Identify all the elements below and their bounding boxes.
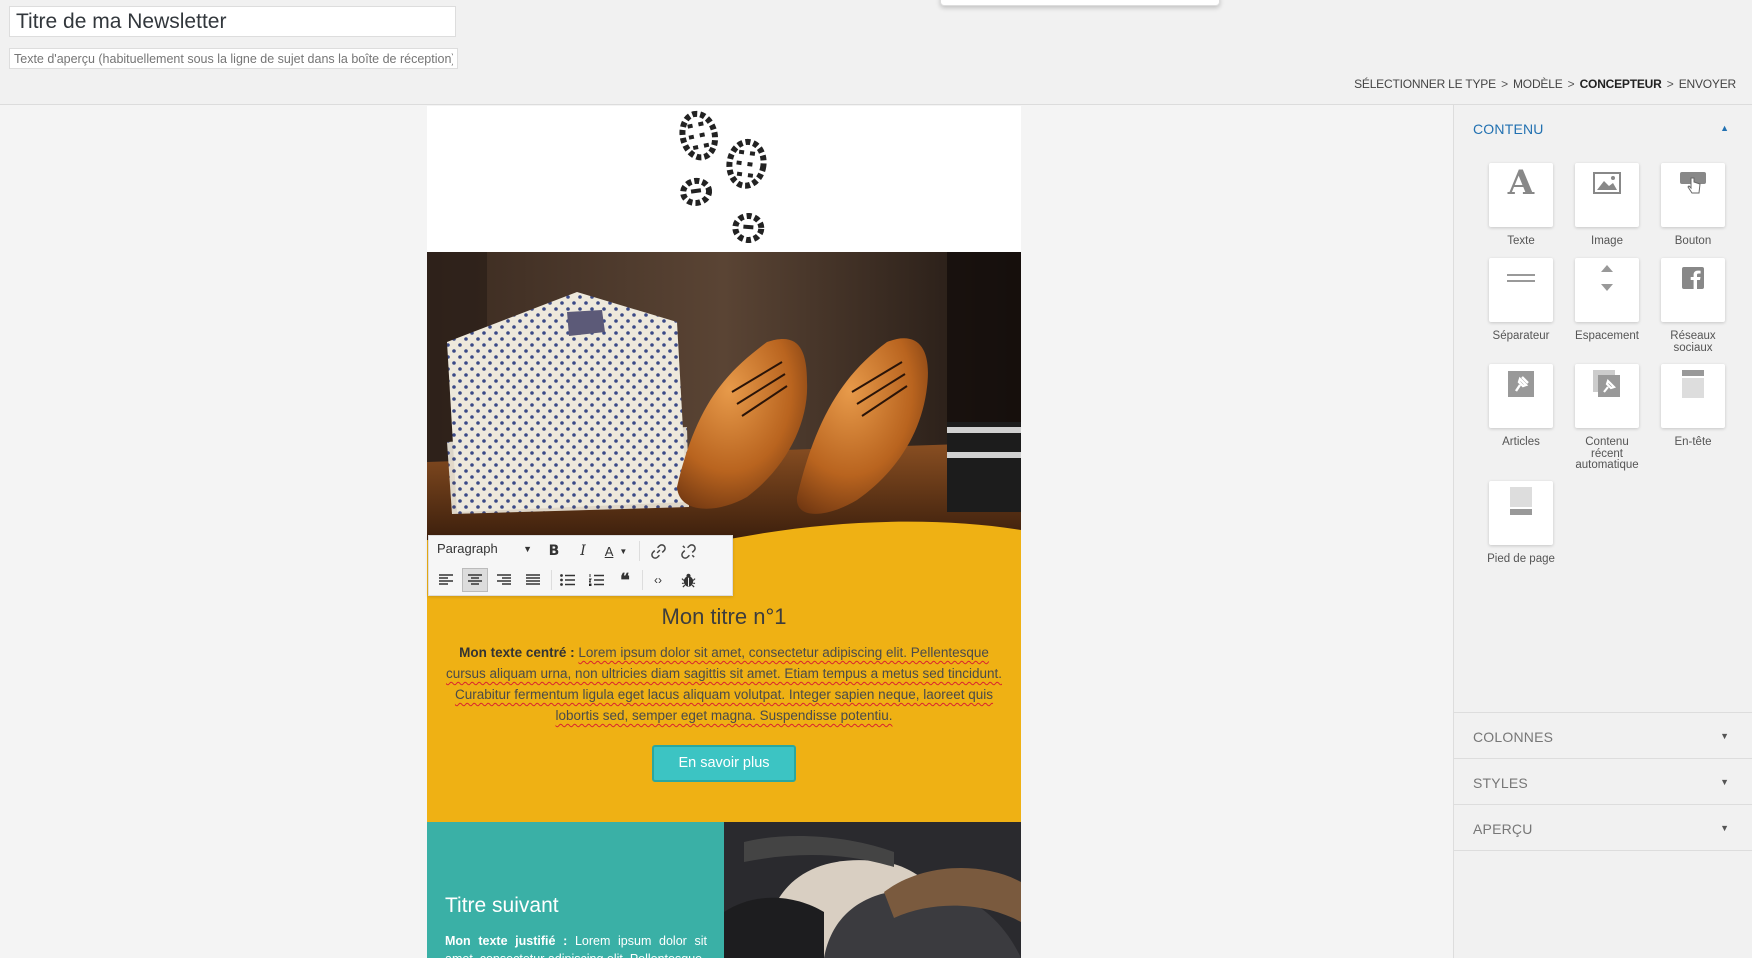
panel-colonnes-label: COLONNES <box>1473 729 1554 745</box>
widget-tile <box>1489 364 1553 428</box>
newsletter-preview: Mon titre n°1 Mon texte centré : Lorem i… <box>427 106 1021 958</box>
content-section-teal[interactable]: Titre suivant Mon texte justifié : Lorem… <box>427 822 724 958</box>
link-icon[interactable] <box>645 539 671 563</box>
widget-tile <box>1575 163 1639 227</box>
bold-icon[interactable]: B <box>541 539 567 563</box>
text-color-icon[interactable]: A ▼ <box>599 539 633 563</box>
widget-label: Articles <box>1502 436 1540 448</box>
panel-styles-label: STYLES <box>1473 775 1528 791</box>
section-text-bold: Mon texte centré : <box>459 645 575 660</box>
text-icon: A <box>1507 163 1535 203</box>
shoes-row-photo <box>724 822 1021 958</box>
breadcrumb: SÉLECTIONNER LE TYPE > MODÈLE > CONCEPTE… <box>1354 77 1736 91</box>
section-title[interactable]: Mon titre n°1 <box>427 604 1021 630</box>
newsletter-subject-input[interactable] <box>9 6 456 37</box>
panel-colonnes-header[interactable]: COLONNES ▼ <box>1454 713 1752 759</box>
breadcrumb-separator: > <box>1501 77 1508 91</box>
widget-label: Contenu récent automatique <box>1575 436 1639 471</box>
button-hand-icon <box>1661 163 1725 203</box>
panel-contenu-header[interactable]: CONTENU ▲ <box>1454 105 1752 151</box>
align-center-icon[interactable] <box>462 568 488 592</box>
toolbar-divider <box>642 570 643 590</box>
widget-tile <box>1575 364 1639 428</box>
format-select-value: Paragraph <box>437 541 498 556</box>
facebook-icon <box>1661 258 1725 298</box>
text-editor-toolbar: Paragraph ▼ B I A ▼ ❝ ‹› <box>428 535 733 596</box>
toolbar-row-1: Paragraph ▼ B I A ▼ <box>429 537 732 565</box>
shirts-and-shoes-photo <box>427 252 1021 542</box>
section2-text-bold: Mon texte justifié : <box>445 934 568 948</box>
pin-icon <box>1489 364 1553 404</box>
image-icon <box>1575 163 1639 203</box>
widget-tile <box>1575 258 1639 322</box>
popup-edge <box>940 0 1220 6</box>
widget-label: Réseaux sociaux <box>1670 330 1716 354</box>
section2-title[interactable]: Titre suivant <box>445 894 559 918</box>
header-icon <box>1661 364 1725 404</box>
logo-block[interactable] <box>427 106 1021 252</box>
breadcrumb-step-template[interactable]: MODÈLE <box>1513 77 1563 91</box>
section-text[interactable]: Mon texte centré : Lorem ipsum dolor sit… <box>445 642 1003 726</box>
widget-tile: A <box>1489 163 1553 227</box>
chevron-down-icon: ▼ <box>1720 731 1729 741</box>
widget-tile <box>1661 364 1725 428</box>
chevron-down-icon: ▼ <box>1720 823 1729 833</box>
widget-label: Séparateur <box>1492 330 1550 342</box>
breadcrumb-step-designer: CONCEPTEUR <box>1579 77 1662 91</box>
chevron-down-icon: ▼ <box>1720 777 1729 787</box>
shoes-row-image[interactable] <box>724 822 1021 958</box>
toolbar-divider <box>639 541 640 561</box>
panel-styles-header[interactable]: STYLES ▼ <box>1454 759 1752 805</box>
bullet-list-icon[interactable] <box>554 568 580 592</box>
widget-label: Image <box>1591 235 1623 247</box>
widget-label: Bouton <box>1674 235 1712 247</box>
designer-sidebar: CONTENU ▲ A Texte Image Bouton Séparateu… <box>1453 105 1752 958</box>
align-justify-icon[interactable] <box>520 568 546 592</box>
preheader-input[interactable] <box>9 48 458 69</box>
breadcrumb-separator: > <box>1666 77 1674 91</box>
hero-image[interactable] <box>427 252 1021 542</box>
spacer-icon <box>1575 258 1639 298</box>
italic-icon[interactable]: I <box>570 539 596 563</box>
breadcrumb-separator: > <box>1567 77 1575 91</box>
bug-icon[interactable] <box>675 568 701 592</box>
widget-tile <box>1489 258 1553 322</box>
panel-apercu-label: APERÇU <box>1473 821 1533 837</box>
chevron-down-icon: ▼ <box>523 544 532 554</box>
unlink-icon[interactable] <box>675 539 701 563</box>
toolbar-divider <box>551 570 552 590</box>
numbered-list-icon[interactable] <box>583 568 609 592</box>
widget-tile <box>1661 163 1725 227</box>
footer-icon <box>1489 481 1553 521</box>
breadcrumb-step-select-type[interactable]: SÉLECTIONNER LE TYPE <box>1354 77 1496 91</box>
widget-tile <box>1489 481 1553 545</box>
widget-label: Texte <box>1507 235 1535 247</box>
align-right-icon[interactable] <box>491 568 517 592</box>
widget-label: En-tête <box>1674 436 1712 448</box>
format-select[interactable]: Paragraph ▼ <box>437 541 532 561</box>
toolbar-row-2: ❝ ‹› <box>429 566 732 594</box>
breadcrumb-step-send[interactable]: ENVOYER <box>1679 77 1736 91</box>
learn-more-button[interactable]: En savoir plus <box>652 745 796 782</box>
chevron-up-icon: ▲ <box>1720 123 1729 133</box>
recent-content-icon <box>1575 364 1639 404</box>
footprints-logo <box>679 110 767 243</box>
separator-icon <box>1489 258 1553 298</box>
widget-tile <box>1661 258 1725 322</box>
blockquote-icon[interactable]: ❝ <box>612 568 638 592</box>
content-widgets: A Texte Image Bouton Séparateur Espaceme… <box>1454 163 1752 713</box>
panel-contenu-label: CONTENU <box>1473 121 1544 137</box>
code-icon[interactable]: ‹› <box>645 568 671 592</box>
section2-text[interactable]: Mon texte justifié : Lorem ipsum dolor s… <box>445 932 707 958</box>
panel-apercu-header[interactable]: APERÇU ▼ <box>1454 805 1752 851</box>
widget-label: Espacement <box>1575 330 1639 342</box>
align-left-icon[interactable] <box>433 568 459 592</box>
widget-label: Pied de page <box>1487 553 1555 565</box>
